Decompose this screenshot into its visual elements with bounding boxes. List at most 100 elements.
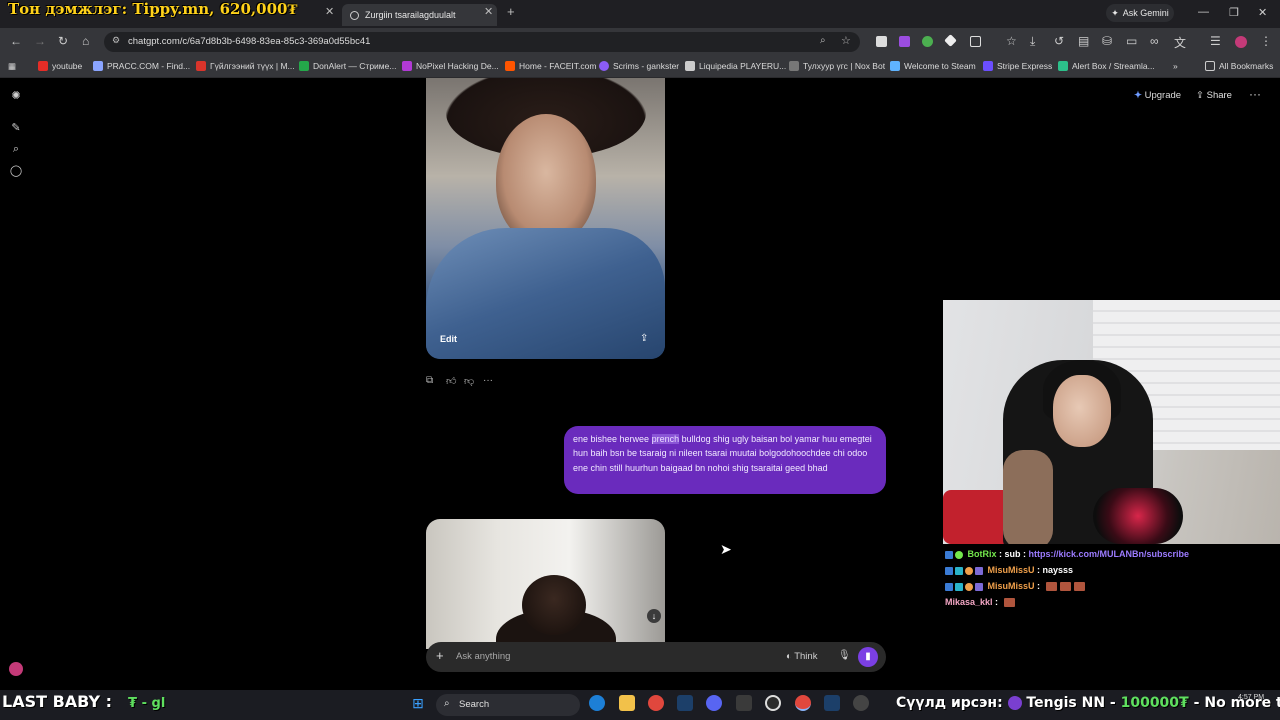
all-bookmarks[interactable]: All Bookmarks <box>1205 61 1273 71</box>
chrome-icon[interactable] <box>648 695 664 711</box>
webcam-content <box>1053 375 1111 447</box>
scroll-down-icon[interactable]: ↓ <box>647 609 661 623</box>
bookmark-steam[interactable]: Welcome to Steam <box>890 61 976 71</box>
bookmarks-overflow-icon[interactable]: » <box>1173 61 1178 71</box>
translate-icon[interactable]: 文 <box>1174 34 1186 51</box>
browser-menu-icon[interactable]: ⋮ <box>1260 34 1272 48</box>
favorites-icon[interactable]: ☆ <box>1006 34 1017 48</box>
extension-icon[interactable] <box>876 36 887 47</box>
extension-icon[interactable]: ⛁ <box>1102 34 1112 48</box>
chat-bubble-icon[interactable]: ◯ <box>9 164 23 178</box>
steam-icon[interactable] <box>677 695 693 711</box>
taskbar-search[interactable]: ⌕ Search <box>436 694 580 716</box>
upgrade-button[interactable]: ✦ Upgrade <box>1134 90 1181 101</box>
bookmark-nopixel[interactable]: NoPixel Hacking De... <box>402 61 499 71</box>
think-button[interactable]: ◐ Think <box>786 651 817 662</box>
chatgpt-app-icon[interactable] <box>853 695 869 711</box>
zoom-icon[interactable]: ⌕ <box>820 35 826 46</box>
minimize-icon[interactable]: — <box>1198 6 1209 18</box>
bookmark-alertbox[interactable]: Alert Box / Streamla... <box>1058 61 1155 71</box>
chat-link[interactable]: https://kick.com/MULANBn/subscribe <box>1029 549 1190 559</box>
bookmark-youtube[interactable]: youtube <box>38 61 82 71</box>
omnibox[interactable]: ⚙ chatgpt.com/c/6a7d8b3b-6498-83ea-85c3-… <box>104 32 860 52</box>
badge-icon <box>975 582 983 591</box>
file-explorer-icon[interactable] <box>619 695 635 711</box>
forward-icon[interactable]: → <box>34 34 46 48</box>
bookmark-gankster[interactable]: Scrims - gankster <box>599 61 679 71</box>
back-icon[interactable]: ← <box>10 34 22 48</box>
trash-icon[interactable]: ▤ <box>1078 34 1089 48</box>
more-options-icon[interactable]: ··· <box>1249 87 1261 101</box>
edge-icon[interactable] <box>589 695 605 711</box>
downloads-icon[interactable]: ⤓ <box>1030 34 1035 49</box>
calculator-icon[interactable] <box>736 695 752 711</box>
bookmark-donalert[interactable]: DonAlert — Стриме... <box>299 61 396 71</box>
taskbar-clock[interactable]: 4:57 PM <box>1238 694 1264 701</box>
reload-icon[interactable]: ↻ <box>58 34 68 48</box>
tab-close-icon[interactable]: ✕ <box>325 5 334 18</box>
generated-image[interactable] <box>426 78 665 359</box>
copy-icon[interactable]: ⧉ <box>426 375 433 386</box>
profile-avatar[interactable] <box>1235 36 1247 48</box>
bookmark-faceit[interactable]: Home - FACEIT.com <box>505 61 596 71</box>
last-baby-overlay: LAST BABY : ₮ - gl <box>2 692 166 711</box>
apps-grid-icon[interactable]: ▦ <box>8 61 16 72</box>
thumbs-up-icon[interactable]: 👍︎ <box>446 375 456 387</box>
link-icon[interactable]: ∞ <box>1150 34 1159 48</box>
donalert-icon <box>299 61 309 71</box>
chat-username: MisuMissU <box>987 565 1035 575</box>
cast-icon[interactable]: ▭ <box>1126 34 1137 48</box>
share-image-icon[interactable]: ⇪ <box>640 333 648 344</box>
sidebar-icon[interactable]: ☰ <box>1210 34 1221 48</box>
chat-message: Mikasa_kkl : <box>945 597 1015 608</box>
voice-mode-button[interactable]: ▮ <box>858 647 878 667</box>
obs-icon[interactable] <box>765 695 781 711</box>
bookmark-transactions[interactable]: Гүйлгээний түүх | M... <box>196 61 295 71</box>
new-chat-icon[interactable]: ✎ <box>9 121 23 135</box>
gemini-sparkle-icon: ✦ <box>1111 7 1119 18</box>
extensions-puzzle-icon[interactable] <box>970 36 981 47</box>
extension-icon[interactable] <box>899 36 910 47</box>
bookmark-pracc[interactable]: PRACC.COM - Find... <box>93 61 190 71</box>
search-icon[interactable]: ⌕ <box>9 143 23 157</box>
url-text: chatgpt.com/c/6a7d8b3b-6498-83ea-85c3-36… <box>128 36 371 47</box>
latest-donation-overlay: Сүүлд ирсэн: Tengis NN - 100000₮ - No mo… <box>896 695 1280 711</box>
new-tab-icon[interactable]: + <box>507 4 515 19</box>
openai-logo-icon[interactable]: ✺ <box>9 89 23 103</box>
more-actions-icon[interactable]: ··· <box>483 375 493 386</box>
share-button[interactable]: ⇪ Share <box>1196 90 1232 101</box>
add-attachment-icon[interactable]: + <box>436 648 444 663</box>
emote-icon <box>1059 582 1071 592</box>
steam-icon[interactable] <box>824 695 840 711</box>
tab-close-icon[interactable]: ✕ <box>484 5 493 18</box>
extension-icon[interactable] <box>922 36 933 47</box>
history-icon[interactable]: ↺ <box>1054 34 1064 48</box>
discord-icon[interactable] <box>706 695 722 711</box>
extension-icon[interactable] <box>944 34 957 47</box>
webcam-content <box>1003 450 1053 544</box>
microphone-icon[interactable]: 🎙︎ <box>838 650 851 661</box>
bookmark-star-icon[interactable]: ☆ <box>841 34 851 47</box>
bookmark-liquipedia[interactable]: Liquipedia PLAYERU... <box>685 61 786 71</box>
chrome-active-icon[interactable] <box>795 695 811 711</box>
close-window-icon[interactable]: ✕ <box>1258 6 1267 19</box>
thumbs-down-icon[interactable]: 👎︎ <box>464 375 474 387</box>
edit-image-button[interactable]: Edit <box>440 334 457 344</box>
bookmark-noxbot[interactable]: Тулхуур үгс | Nox Bot <box>789 61 885 71</box>
avatar[interactable] <box>9 662 23 676</box>
badge-icon <box>975 566 983 575</box>
home-icon[interactable]: ⌂ <box>82 34 89 48</box>
tab-active[interactable]: Zurgiin tsarailagduulalt <box>342 4 497 26</box>
bookmark-stripe[interactable]: Stripe Express <box>983 61 1052 71</box>
donation-banner: Тон дэмжлэг: Tippy.mn, 620,000₮ <box>8 0 298 18</box>
generated-image[interactable]: ↓ <box>426 519 665 649</box>
chat-username: BotRix <box>967 549 997 559</box>
windows-start-icon[interactable]: ⊞ <box>410 695 426 711</box>
streamlabs-icon <box>1058 61 1068 71</box>
site-info-icon[interactable]: ⚙ <box>112 35 120 46</box>
lightbulb-icon: ◐ <box>786 651 792 662</box>
maximize-icon[interactable]: ❐ <box>1229 6 1239 19</box>
emote-icon <box>1045 582 1057 592</box>
ask-gemini-button[interactable]: ✦ Ask Gemini <box>1106 4 1174 22</box>
prompt-input[interactable]: Ask anything <box>456 651 510 662</box>
